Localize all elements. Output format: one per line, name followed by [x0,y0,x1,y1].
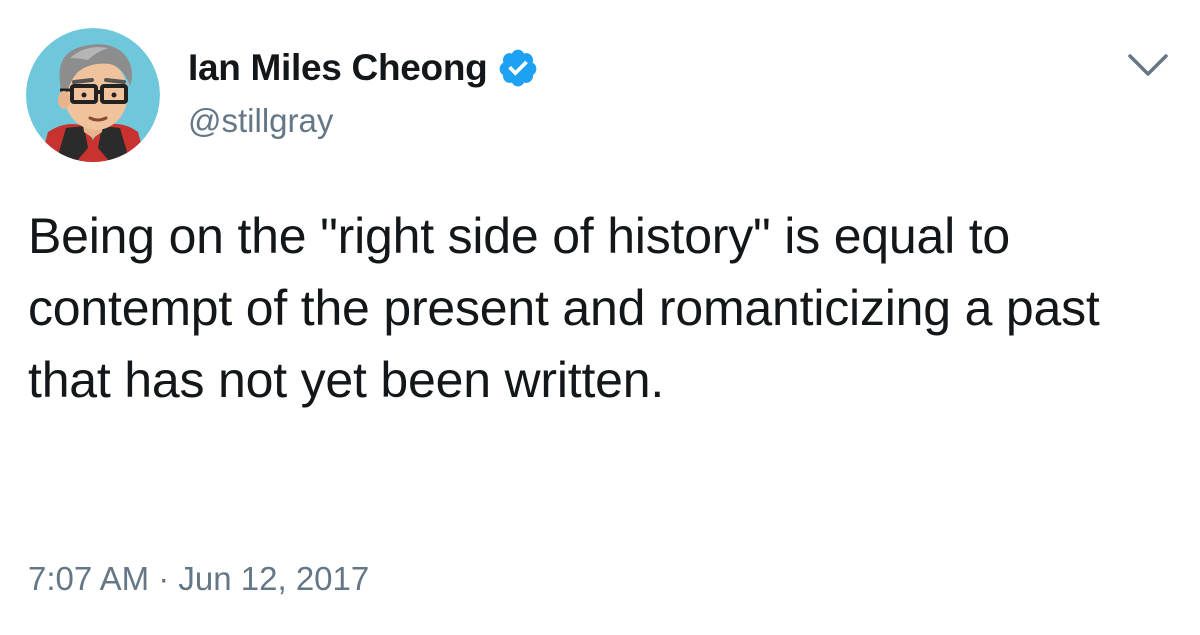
author-name-row[interactable]: Ian Miles Cheong [188,46,539,90]
chevron-down-icon [1128,54,1168,76]
author-handle[interactable]: @stillgray [188,102,333,140]
tweet-card: Ian Miles Cheong @stillgray Being on the… [0,0,1200,635]
tweet-timestamp[interactable]: 7:07 AM · Jun 12, 2017 [28,560,369,598]
cartoon-portrait-avatar-icon [26,28,160,162]
tweet-menu-button[interactable] [1124,46,1172,86]
tweet-text: Being on the "right side of history" is … [28,208,1100,408]
display-name[interactable]: Ian Miles Cheong [188,47,488,89]
avatar[interactable] [26,28,160,162]
verified-badge-icon [497,47,539,89]
